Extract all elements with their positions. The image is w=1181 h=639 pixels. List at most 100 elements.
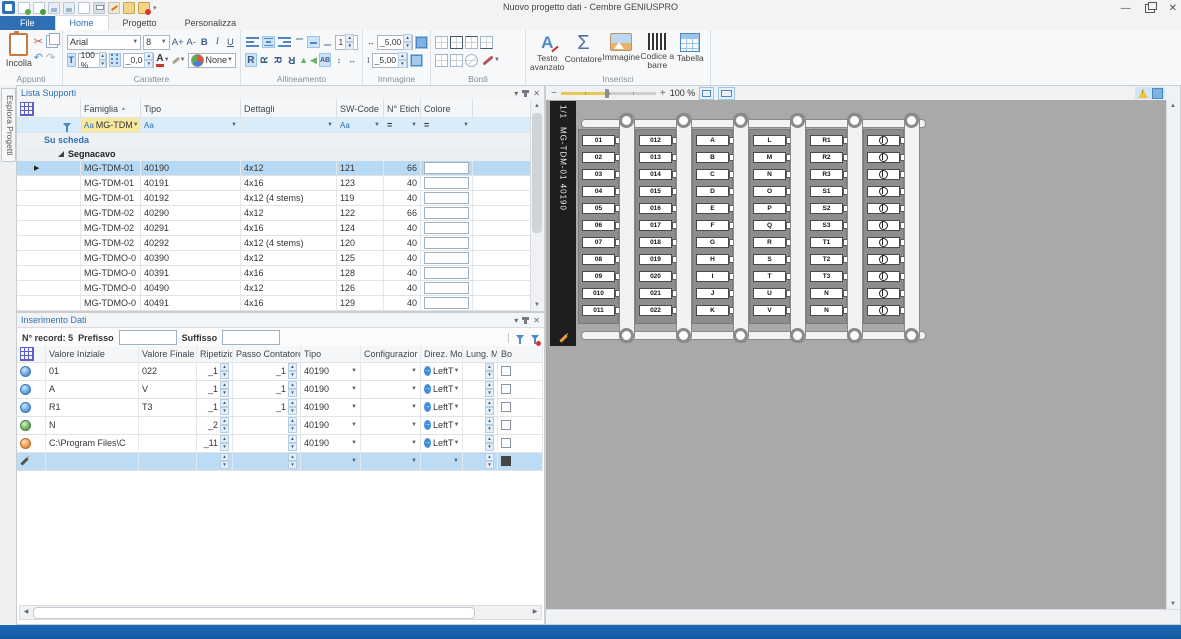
checkbox[interactable] bbox=[501, 366, 511, 376]
chevron-down-icon[interactable]: ▼ bbox=[351, 368, 357, 374]
cell-bo[interactable] bbox=[498, 381, 543, 398]
mirror-horizontal-icon[interactable]: ◀ bbox=[310, 55, 317, 66]
image-width-spinner[interactable]: _5,00 ▲▼ bbox=[377, 35, 413, 50]
font-color-button[interactable]: A▼ bbox=[156, 53, 169, 67]
panel-close-icon[interactable]: ✕ bbox=[533, 89, 540, 98]
spinner-buttons[interactable]: ▲▼ bbox=[485, 435, 494, 451]
label-tag[interactable]: S3 bbox=[810, 220, 843, 231]
label-tag[interactable]: 010 bbox=[582, 288, 615, 299]
panel-menu-icon[interactable]: ▾ bbox=[514, 89, 518, 98]
cell-direzione[interactable]: ▼ bbox=[421, 453, 463, 470]
spinner[interactable]: ▲▼ bbox=[286, 435, 297, 451]
chevron-down-icon[interactable]: ▼ bbox=[351, 440, 357, 446]
border-none-icon[interactable] bbox=[465, 54, 478, 67]
cell-valore-iniziale[interactable]: N bbox=[46, 417, 139, 434]
spinner[interactable]: _1▲▼ bbox=[276, 363, 297, 379]
label-tag[interactable]: 020 bbox=[639, 271, 672, 282]
spinner[interactable]: ▲▼ bbox=[286, 417, 297, 433]
cell-valore-iniziale[interactable] bbox=[46, 453, 139, 470]
new-entry-row[interactable]: ▲▼▲▼▼▼▼▲▼ bbox=[17, 453, 543, 471]
label-tag[interactable]: 04 bbox=[582, 186, 615, 197]
table-row[interactable]: ▶MG-TDM-01401904x1212166 bbox=[17, 161, 531, 176]
spinner[interactable]: _1▲▼ bbox=[208, 381, 229, 397]
color-swatch[interactable] bbox=[424, 162, 469, 174]
label-tag[interactable]: 016 bbox=[639, 203, 672, 214]
color-swatch[interactable] bbox=[424, 252, 469, 264]
label-tag[interactable]: T2 bbox=[810, 254, 843, 265]
label-tag[interactable]: S2 bbox=[810, 203, 843, 214]
panel-menu-icon[interactable]: ▾ bbox=[514, 316, 518, 325]
table-row[interactable]: MG-TDMO-0404904x1212640 bbox=[17, 281, 531, 296]
color-swatch[interactable] bbox=[424, 267, 469, 279]
rotate-270-icon[interactable]: R bbox=[271, 54, 285, 65]
stretch-icon[interactable]: ↔ bbox=[347, 53, 358, 67]
cell-passo-contatore[interactable]: _1▲▼ bbox=[233, 399, 301, 416]
cell-bo[interactable] bbox=[498, 363, 543, 380]
checkbox[interactable] bbox=[501, 384, 511, 394]
pin-icon[interactable] bbox=[524, 317, 527, 324]
fit-width-icon[interactable] bbox=[718, 87, 735, 100]
label-tag[interactable]: E bbox=[696, 203, 729, 214]
cell-passo-contatore[interactable]: ▲▼ bbox=[233, 453, 301, 470]
spinner-buttons[interactable]: ▲▼ bbox=[220, 453, 229, 469]
label-tag[interactable]: 03 bbox=[582, 169, 615, 180]
label-tag[interactable]: H bbox=[696, 254, 729, 265]
filter-row-icon[interactable] bbox=[63, 123, 71, 128]
page-info-icon[interactable] bbox=[1152, 88, 1163, 99]
cell-lunghezza[interactable]: ▲▼ bbox=[463, 399, 498, 416]
decrease-font-button[interactable]: A- bbox=[186, 35, 197, 49]
label-tag[interactable] bbox=[867, 271, 900, 282]
label-tag[interactable]: 08 bbox=[582, 254, 615, 265]
cell-bo[interactable] bbox=[498, 417, 543, 434]
chevron-down-icon[interactable]: ▼ bbox=[454, 404, 460, 410]
valign-bottom-icon[interactable] bbox=[322, 36, 334, 48]
chevron-down-icon[interactable]: ▼ bbox=[453, 458, 459, 464]
rotate-90-icon[interactable]: R bbox=[258, 54, 272, 65]
label-tag[interactable]: R3 bbox=[810, 169, 843, 180]
spinner-buttons[interactable]: ▲▼ bbox=[403, 34, 412, 50]
data-entry-row[interactable]: R1T3_1▲▼_1▲▼40190▼▼→LeftT▼▲▼ bbox=[17, 399, 543, 417]
cell-valore-finale[interactable] bbox=[139, 417, 197, 434]
undo-icon[interactable]: ↶ bbox=[34, 51, 43, 64]
group-row-su-scheda[interactable]: Su scheda bbox=[17, 133, 531, 147]
checkbox[interactable] bbox=[501, 456, 511, 466]
chevron-down-icon[interactable]: ▼ bbox=[411, 404, 417, 410]
chevron-down-icon[interactable]: ▼ bbox=[411, 122, 417, 128]
label-tag[interactable]: 09 bbox=[582, 271, 615, 282]
cell-valore-iniziale[interactable]: R1 bbox=[46, 399, 139, 416]
data-entry-row[interactable]: C:\Program Files\C_11▲▼▲▼40190▼▼→LeftT▼▲… bbox=[17, 435, 543, 453]
spinner-buttons[interactable]: ▲▼ bbox=[485, 381, 494, 397]
group-row-segnacavo[interactable]: Segnacavo bbox=[17, 147, 531, 161]
text-scale-toggle[interactable]: T bbox=[67, 53, 76, 67]
label-tag[interactable] bbox=[867, 305, 900, 316]
label-tag[interactable]: 021 bbox=[639, 288, 672, 299]
color-swatch[interactable] bbox=[424, 282, 469, 294]
label-tag[interactable]: V bbox=[753, 305, 786, 316]
label-tag[interactable]: 017 bbox=[639, 220, 672, 231]
label-tag[interactable]: T3 bbox=[810, 271, 843, 282]
label-tag[interactable]: K bbox=[696, 305, 729, 316]
label-tag[interactable] bbox=[867, 288, 900, 299]
color-swatch[interactable] bbox=[424, 237, 469, 249]
text-scale-spinner[interactable]: 100 % ▲▼ bbox=[78, 53, 107, 68]
cell-passo-contatore[interactable]: ▲▼ bbox=[233, 435, 301, 452]
label-tag[interactable]: 015 bbox=[639, 186, 672, 197]
spinner-buttons[interactable]: ▲▼ bbox=[485, 417, 494, 433]
spinner[interactable]: _11▲▼ bbox=[204, 435, 229, 451]
label-tag[interactable]: A bbox=[696, 135, 729, 146]
label-tag[interactable]: I bbox=[696, 271, 729, 282]
chevron-down-icon[interactable]: ▼ bbox=[374, 122, 380, 128]
table-row[interactable]: MG-TDM-01401924x12 (4 stems)11940 bbox=[17, 191, 531, 206]
zoom-slider-thumb[interactable] bbox=[605, 89, 609, 98]
label-tag[interactable] bbox=[867, 203, 900, 214]
table-row[interactable]: MG-TDMO-0403904x1212540 bbox=[17, 251, 531, 266]
label-tag[interactable]: T1 bbox=[810, 237, 843, 248]
align-right-icon[interactable] bbox=[277, 35, 292, 49]
column-header-dettagli[interactable]: Dettagli bbox=[241, 100, 337, 117]
cell-ripetizione[interactable]: ▲▼ bbox=[197, 453, 233, 470]
chevron-down-icon[interactable]: ▼ bbox=[454, 422, 460, 428]
filter-tipo-cell[interactable]: Aa▼ bbox=[141, 118, 241, 132]
cell-configurazione[interactable]: ▼ bbox=[361, 381, 421, 398]
label-tag[interactable]: J bbox=[696, 288, 729, 299]
spinner-buttons[interactable]: ▲▼ bbox=[398, 52, 407, 68]
